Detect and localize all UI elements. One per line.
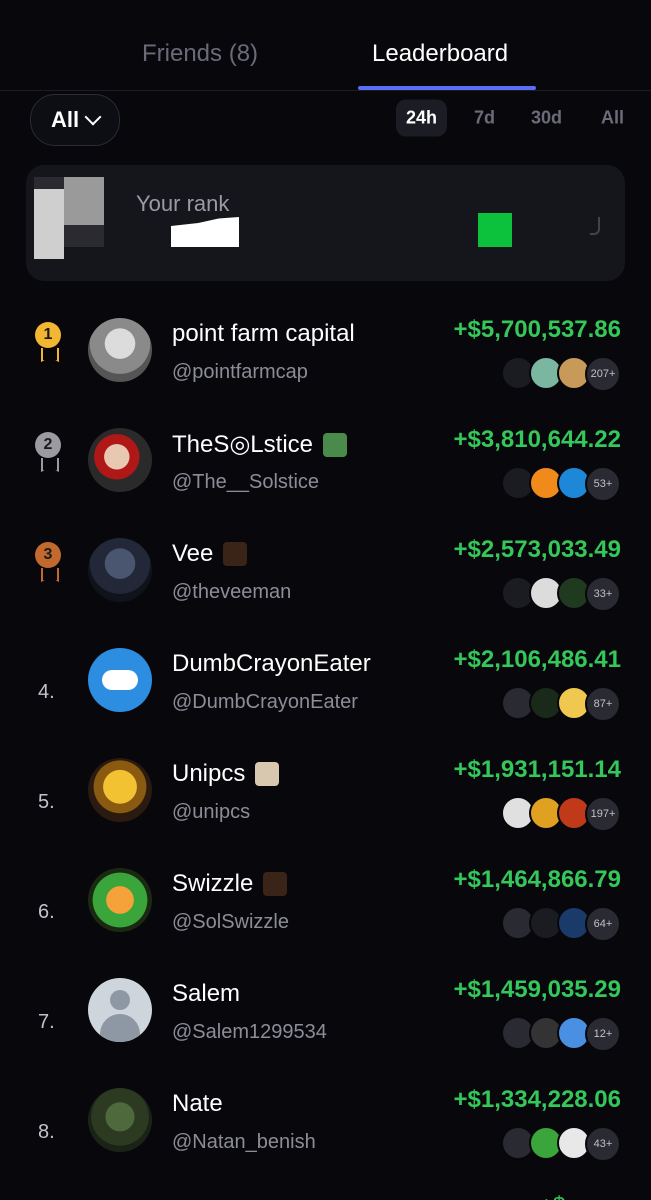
more-tokens-count: 12+	[585, 1016, 621, 1052]
bronze-medal-icon: 3	[35, 542, 63, 586]
leaderboard-row[interactable]: 5. Unipcs @unipcs +$1,931,151.14 197+	[0, 744, 651, 854]
pnl-value: +$1,459,035.29	[453, 976, 622, 1003]
tab-bar: Friends (8) Leaderboard	[0, 0, 651, 91]
user-name-row: DumbCrayonEater	[172, 650, 371, 678]
user-name-row: Unipcs	[172, 760, 280, 788]
token-list[interactable]: 53+	[501, 466, 621, 502]
leaderboard-row[interactable]: 7. Salem @Salem1299534 +$1,459,035.29 12+	[0, 964, 651, 1074]
more-tokens-count: 53+	[585, 466, 621, 502]
user-name-row: Salem	[172, 980, 240, 1008]
avatar[interactable]	[88, 538, 152, 602]
pnl-value: +$1,931,151.14	[453, 756, 622, 783]
more-tokens-count: 197+	[585, 796, 621, 832]
redacted-avatar	[34, 177, 104, 259]
period-7d[interactable]: 7d	[474, 108, 495, 129]
user-name: Unipcs	[172, 760, 246, 787]
leaderboard-row[interactable]: 4. DumbCrayonEater @DumbCrayonEater +$2,106…	[0, 634, 651, 744]
avatar[interactable]	[88, 1088, 152, 1152]
period-all[interactable]: All	[601, 108, 624, 129]
name-badge-icon	[323, 432, 347, 457]
rank-number: 1	[35, 322, 61, 348]
token-list[interactable]: 33+	[501, 576, 621, 612]
user-name-row: TheS◎Lstice	[172, 430, 347, 459]
user-handle: @unipcs	[172, 801, 251, 823]
more-tokens-count: 43+	[585, 1126, 621, 1162]
pnl-value: +$2,573,033.49	[453, 536, 622, 563]
token-list[interactable]: 207+	[501, 356, 621, 392]
user-name-row: Vee	[172, 540, 248, 568]
your-rank-card[interactable]: Your rank	[26, 165, 625, 281]
rank-number: 5.	[38, 791, 55, 813]
pnl-value: +$5,700,537.86	[453, 316, 622, 343]
leaderboard-row[interactable]: 6. Swizzle @SolSwizzle +$1,464,866.79 64+	[0, 854, 651, 964]
period-30d[interactable]: 30d	[531, 108, 562, 129]
user-name: Vee	[172, 540, 214, 567]
user-name: TheS◎Lstice	[172, 431, 313, 458]
user-name-row: Nate	[172, 1090, 223, 1118]
avatar[interactable]	[88, 868, 152, 932]
token-list[interactable]: 87+	[501, 686, 621, 722]
active-tab-indicator	[358, 86, 536, 90]
user-handle: @DumbCrayonEater	[172, 691, 358, 713]
token-list[interactable]: 197+	[501, 796, 621, 832]
avatar[interactable]	[88, 648, 152, 712]
logo-icon	[102, 670, 138, 690]
redacted-mark	[590, 217, 600, 235]
user-name: Nate	[172, 1090, 223, 1117]
more-tokens-count: 64+	[585, 906, 621, 942]
token-list[interactable]: 43+	[501, 1126, 621, 1162]
pnl-value: +$2,106,486.41	[453, 646, 622, 673]
filter-label: All	[50, 107, 80, 132]
avatar[interactable]	[88, 318, 152, 382]
more-tokens-count: 207+	[585, 356, 621, 392]
rank-number: 3	[35, 542, 61, 568]
user-name: Swizzle	[172, 870, 254, 897]
rank-number: 4.	[38, 681, 55, 703]
name-badge-icon	[255, 762, 280, 786]
avatar[interactable]	[88, 428, 152, 492]
user-handle: @Natan_benish	[172, 1131, 316, 1153]
user-handle: @SolSwizzle	[172, 911, 290, 933]
more-tokens-count: 87+	[585, 686, 621, 722]
user-handle: @pointfarmcap	[172, 361, 308, 383]
user-name: DumbCrayonEater	[172, 650, 371, 677]
chevron-down-icon	[84, 108, 102, 126]
user-name: point farm capital	[172, 320, 355, 347]
leaderboard-row[interactable]: 8. Nate @Natan_benish +$1,334,228.06 43+	[0, 1074, 651, 1184]
rank-number: 7.	[38, 1011, 55, 1033]
filter-dropdown[interactable]: All	[30, 94, 120, 146]
name-badge-icon	[223, 542, 248, 566]
more-tokens-count: 33+	[585, 576, 621, 612]
silver-medal-icon: 2	[35, 432, 63, 476]
token-list[interactable]: 12+	[501, 1016, 621, 1052]
pnl-value: +$1,334,228.06	[453, 1086, 622, 1113]
user-name: Salem	[172, 980, 241, 1007]
pnl-value: +$3,810,644.22	[453, 426, 622, 453]
leaderboard-row[interactable]: 1 point farm capital @pointfarmcap +$5,700…	[0, 304, 651, 414]
user-handle: @Salem1299534	[172, 1021, 327, 1043]
name-badge-icon	[263, 872, 288, 896]
redacted-name	[171, 217, 239, 247]
leaderboard-row[interactable]: 2 TheS◎Lstice @The__Solstice +$3,810,644.2…	[0, 414, 651, 524]
period-24h[interactable]: 24h	[396, 99, 448, 137]
rank-number: 8.	[38, 1121, 55, 1143]
token-list[interactable]: 64+	[501, 906, 621, 942]
user-handle: @The__Solstice	[172, 471, 320, 493]
user-name-row: Swizzle	[172, 870, 288, 898]
avatar[interactable]	[88, 758, 152, 822]
avatar[interactable]	[88, 978, 152, 1042]
your-rank-label: Your rank	[136, 191, 230, 216]
user-handle: @theveeman	[172, 581, 292, 603]
redacted-value	[478, 213, 512, 247]
next-row-peek: +$.	[540, 1192, 620, 1200]
tab-leaderboard[interactable]: Leaderboard	[372, 40, 508, 68]
gold-medal-icon: 1	[35, 322, 63, 366]
rank-number: 2	[35, 432, 61, 458]
user-name-row: point farm capital	[172, 320, 355, 348]
tab-friends[interactable]: Friends (8)	[142, 40, 258, 68]
pnl-value: +$1,464,866.79	[453, 866, 622, 893]
leaderboard-row[interactable]: 3 Vee @theveeman +$2,573,033.49 33+	[0, 524, 651, 634]
rank-number: 6.	[38, 901, 55, 923]
